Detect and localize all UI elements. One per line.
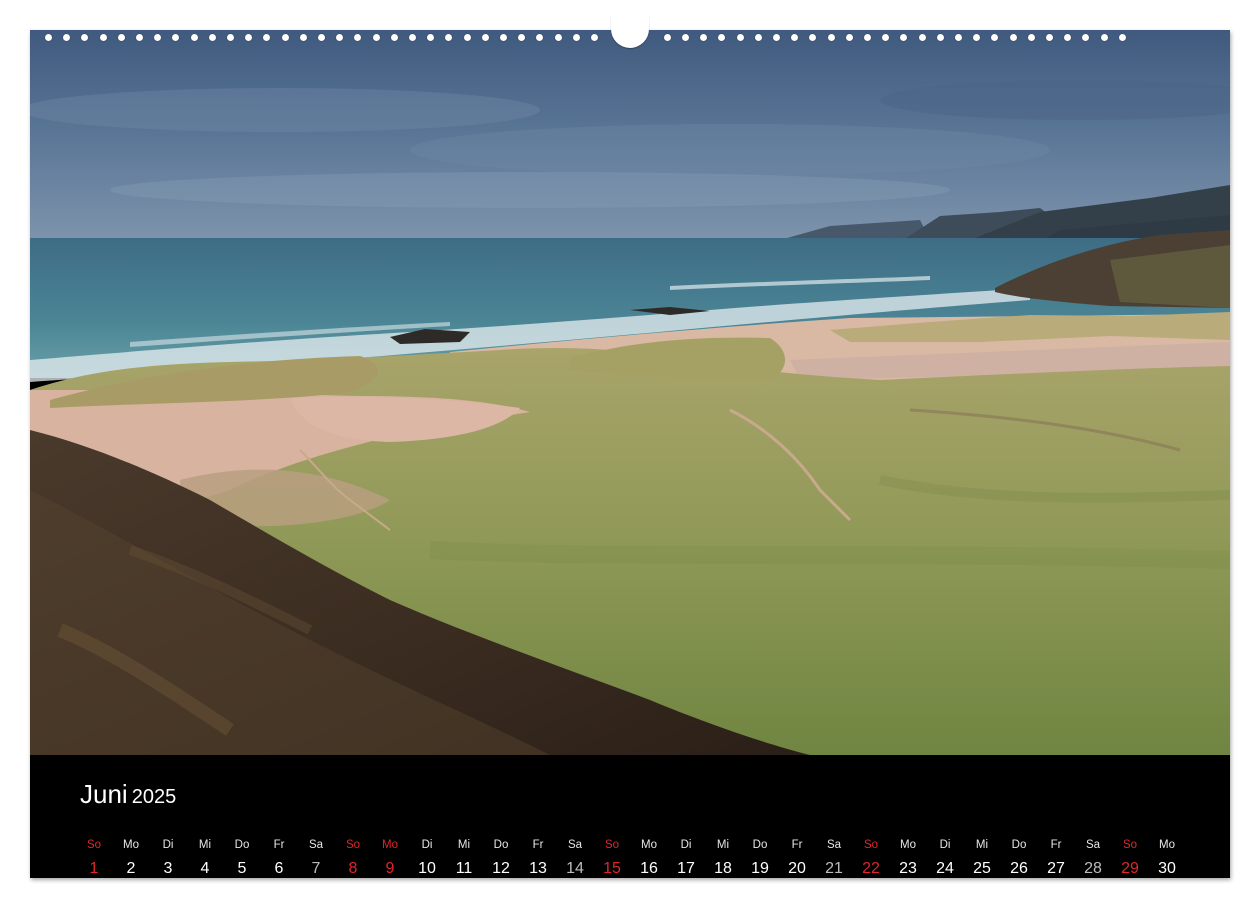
day-number: 2 [126,860,136,877]
day-number: 15 [603,860,621,877]
weekday-label: Mi [716,839,730,851]
weekday-label: So [345,839,361,851]
day-number: 7 [311,860,321,877]
weekday-label: Sa [1085,839,1101,851]
weekday-label: Mi [198,839,212,851]
weekday-label: So [863,839,879,851]
weekday-label: Do [234,839,250,851]
day-number: 6 [274,860,284,877]
day-number: 18 [714,860,732,877]
month-name: Juni [80,779,128,809]
day-number: 4 [200,860,210,877]
weekday-label: Fr [532,839,544,851]
weekday-label: Fr [791,839,803,851]
weekday-label: Sa [567,839,583,851]
weekday-label: Sa [826,839,842,851]
day-number: 27 [1047,860,1065,877]
weekday-label: Mi [975,839,989,851]
weekday-label: Do [1011,839,1027,851]
day-number: 28 [1084,860,1102,877]
day-number: 29 [1121,860,1139,877]
day-number: 22 [862,860,880,877]
weekday-label: Mo [900,839,916,851]
day-number: 11 [455,860,473,877]
weekday-label: So [1122,839,1138,851]
weekday-label: Di [939,839,951,851]
weekday-label: Do [493,839,509,851]
weekday-label: Di [421,839,433,851]
weekday-label: Mo [123,839,139,851]
day-number: 9 [385,860,395,877]
calendar-strip: Juni 2025 So Mo Di Mi Do Fr Sa So Mo Di Mi Do Fr Sa So M… [30,755,1230,878]
day-number: 3 [163,860,173,877]
day-number: 16 [640,860,658,877]
landscape-photo [30,30,1230,755]
day-number: 20 [788,860,806,877]
day-number: 26 [1010,860,1028,877]
date-row: 1 2 3 4 5 6 7 8 9 10 11 12 13 14 15 16 17 18 19 20 21 22 23 24 2… [75,860,1185,890]
month-title: Juni 2025 [80,779,176,810]
day-number: 14 [566,860,584,877]
day-number: 8 [348,860,358,877]
day-number: 5 [237,860,247,877]
day-number: 24 [936,860,954,877]
weekday-label: Do [752,839,768,851]
day-number: 10 [418,860,436,877]
weekday-label: Fr [273,839,285,851]
weekday-label: Mo [382,839,398,851]
calendar-page: Juni 2025 So Mo Di Mi Do Fr Sa So Mo Di Mi Do Fr Sa So M… [30,16,1230,878]
weekday-label: Mo [641,839,657,851]
year-label: 2025 [131,786,177,808]
weekday-label: Mo [1159,839,1175,851]
weekday-label: So [604,839,620,851]
day-number: 12 [492,860,510,877]
weekday-label: Fr [1050,839,1062,851]
day-number: 21 [825,860,843,877]
day-number: 17 [677,860,695,877]
day-number: 23 [899,860,917,877]
day-number: 30 [1158,860,1176,877]
weekday-label: Sa [308,839,324,851]
weekday-label: Di [162,839,174,851]
weekday-label: Di [680,839,692,851]
day-number: 25 [973,860,991,877]
day-number: 19 [751,860,769,877]
day-number: 1 [89,860,99,877]
day-number: 13 [529,860,547,877]
weekday-label: Mi [457,839,471,851]
weekday-label: So [86,839,102,851]
